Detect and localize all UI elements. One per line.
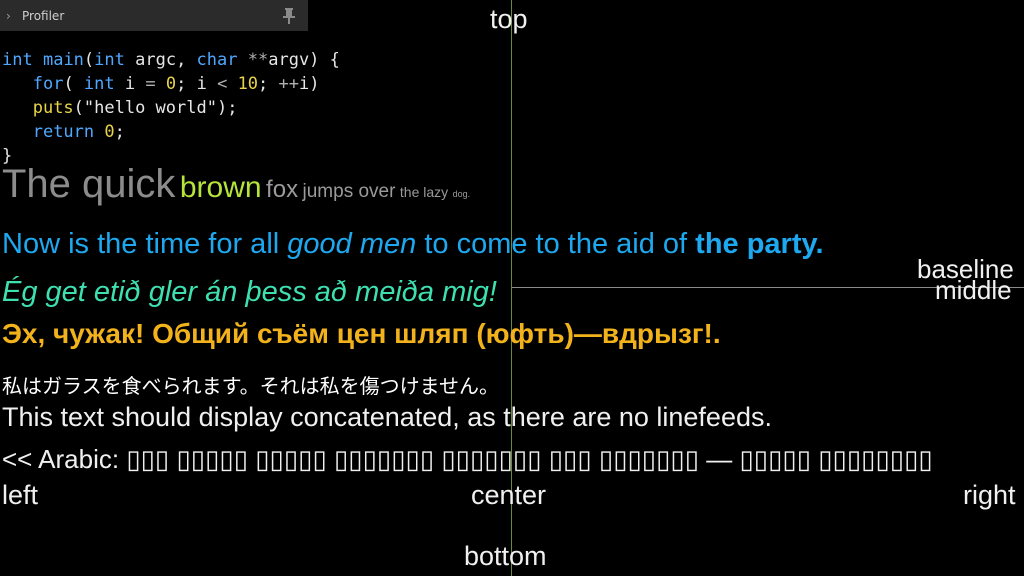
code-line-2: for( int i = 0; i < 10; ++i) — [32, 74, 320, 94]
align-label-top: top — [490, 4, 528, 34]
russian-line: Эх, чужак! Общий съём цен шляп (юфть)—вд… — [2, 318, 721, 349]
now-is-the-time-line: Now is the time for all good men to come… — [2, 228, 824, 260]
align-label-center: center — [471, 480, 547, 510]
code-line-4: return 0; — [32, 122, 125, 142]
code-line-1: int main(int argc, char **argv) { — [2, 50, 340, 70]
chevron-right-icon[interactable]: › — [6, 9, 20, 23]
code-line-3: puts("hello world"); — [32, 98, 238, 118]
japanese-line: 私はガラスを食べられます。それは私を傷つけません。 — [2, 374, 499, 398]
profiler-panel-header[interactable]: › Profiler — [0, 0, 308, 31]
concatenated-text-line: This text should display concatenated, a… — [2, 402, 772, 432]
canvas: › Profiler int main(int argc, char **arg… — [0, 0, 1024, 576]
code-sample: int main(int argc, char **argv) { for( i… — [2, 48, 340, 168]
icelandic-line: Ég get etið gler án þess að meiða mig! — [2, 276, 497, 308]
align-label-right: right — [963, 480, 1016, 510]
align-label-bottom: bottom — [464, 541, 547, 571]
pin-icon[interactable] — [282, 7, 296, 24]
missing-glyph-boxes: ▯▯▯ ▯▯▯▯▯ ▯▯▯▯▯ ▯▯▯▯▯▯▯ ▯▯▯▯▯▯▯ ▯▯▯ ▯▯▯▯… — [126, 444, 933, 474]
align-label-middle: middle — [935, 275, 1012, 305]
arabic-line: << Arabic: ▯▯▯ ▯▯▯▯▯ ▯▯▯▯▯ ▯▯▯▯▯▯▯ ▯▯▯▯▯… — [2, 444, 933, 474]
align-label-left: left — [2, 480, 39, 510]
profiler-title: Profiler — [22, 8, 65, 23]
quick-brown-fox-line: The quick brown fox jumps over the lazy … — [2, 162, 471, 206]
